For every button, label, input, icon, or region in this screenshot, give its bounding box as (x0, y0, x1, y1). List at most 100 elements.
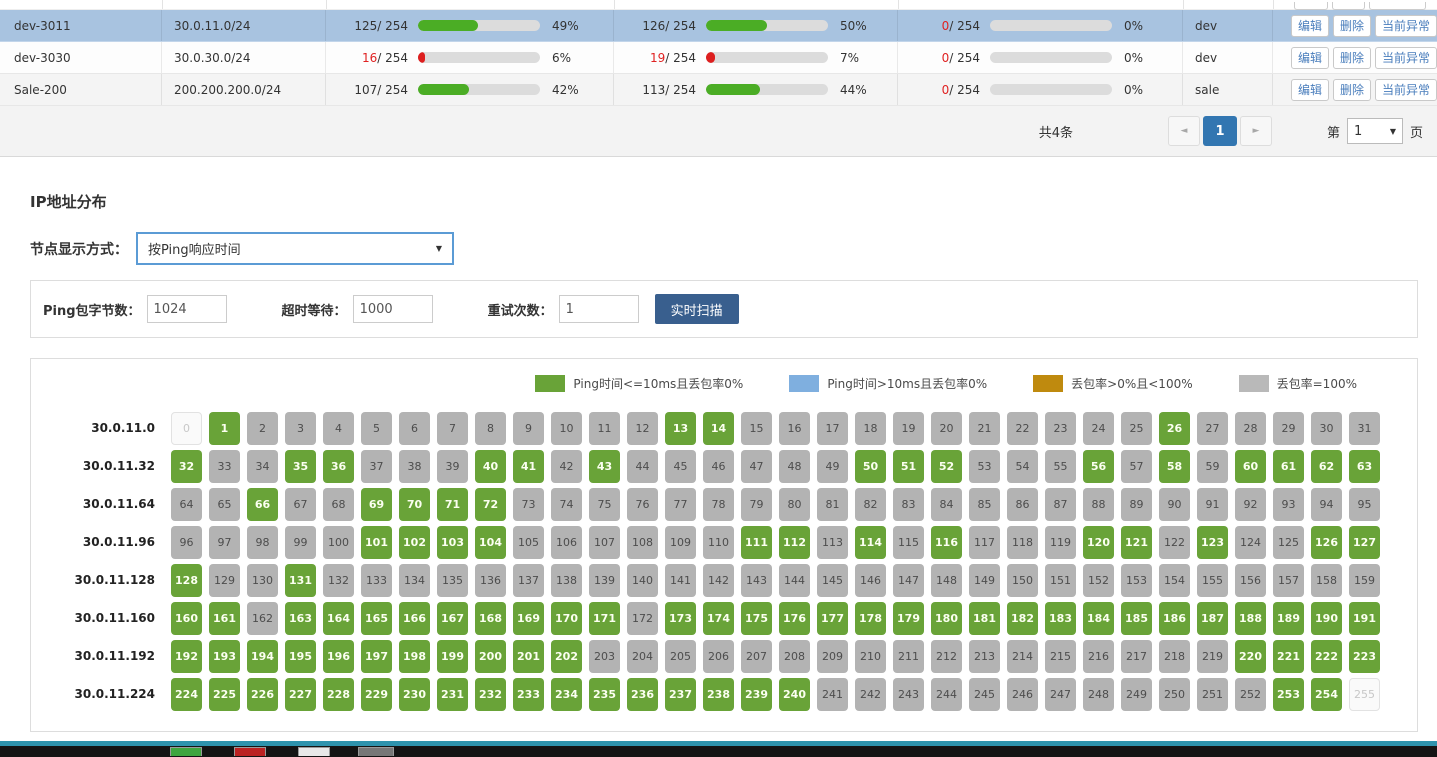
edit-button[interactable]: 编辑 (1291, 47, 1329, 69)
ip-cell[interactable]: 102 (399, 526, 430, 559)
ip-cell[interactable]: 253 (1273, 678, 1304, 711)
ip-cell[interactable]: 48 (779, 450, 810, 483)
table-row[interactable]: dev-301130.0.11.0/24125/ 25449%126/ 2545… (0, 10, 1437, 42)
edit-button[interactable]: 编辑 (1291, 79, 1329, 101)
ip-cell[interactable]: 89 (1121, 488, 1152, 521)
ip-cell[interactable]: 99 (285, 526, 316, 559)
ip-cell[interactable]: 85 (969, 488, 1000, 521)
ip-cell[interactable]: 62 (1311, 450, 1342, 483)
ip-cell[interactable]: 7 (437, 412, 468, 445)
red-app-icon[interactable] (234, 747, 266, 756)
ip-cell[interactable]: 64 (171, 488, 202, 521)
ip-cell[interactable]: 101 (361, 526, 392, 559)
ip-cell[interactable]: 92 (1235, 488, 1266, 521)
ip-cell[interactable]: 171 (589, 602, 620, 635)
ip-cell[interactable]: 55 (1045, 450, 1076, 483)
ip-cell[interactable]: 91 (1197, 488, 1228, 521)
ip-cell[interactable]: 15 (741, 412, 772, 445)
ip-cell[interactable]: 128 (171, 564, 202, 597)
ip-cell[interactable]: 67 (285, 488, 316, 521)
ip-cell[interactable]: 146 (855, 564, 886, 597)
ip-cell[interactable]: 116 (931, 526, 962, 559)
ip-cell[interactable]: 51 (893, 450, 924, 483)
ip-cell[interactable]: 201 (513, 640, 544, 673)
gray-app-icon[interactable] (358, 747, 394, 756)
ip-cell[interactable]: 210 (855, 640, 886, 673)
white-app-icon[interactable] (298, 747, 330, 756)
ip-cell[interactable]: 82 (855, 488, 886, 521)
ip-cell[interactable]: 60 (1235, 450, 1266, 483)
ip-cell[interactable]: 112 (779, 526, 810, 559)
ip-cell[interactable]: 207 (741, 640, 772, 673)
ip-cell[interactable]: 0 (171, 412, 202, 445)
ip-cell[interactable]: 232 (475, 678, 506, 711)
ip-cell[interactable]: 204 (627, 640, 658, 673)
ip-cell[interactable]: 202 (551, 640, 582, 673)
ip-cell[interactable]: 88 (1083, 488, 1114, 521)
ip-cell[interactable]: 127 (1349, 526, 1380, 559)
ip-cell[interactable]: 237 (665, 678, 696, 711)
ping-field-input[interactable] (147, 295, 227, 323)
ip-cell[interactable]: 250 (1159, 678, 1190, 711)
ip-cell[interactable]: 199 (437, 640, 468, 673)
ip-cell[interactable]: 233 (513, 678, 544, 711)
ip-cell[interactable]: 219 (1197, 640, 1228, 673)
ip-cell[interactable]: 138 (551, 564, 582, 597)
ip-cell[interactable]: 149 (969, 564, 1000, 597)
ip-cell[interactable]: 244 (931, 678, 962, 711)
ip-cell[interactable]: 122 (1159, 526, 1190, 559)
ip-cell[interactable]: 12 (627, 412, 658, 445)
ip-cell[interactable]: 148 (931, 564, 962, 597)
ip-cell[interactable]: 156 (1235, 564, 1266, 597)
ping-field-input[interactable] (559, 295, 639, 323)
ip-cell[interactable]: 33 (209, 450, 240, 483)
ip-cell[interactable]: 208 (779, 640, 810, 673)
ip-cell[interactable]: 160 (171, 602, 202, 635)
ip-cell[interactable]: 154 (1159, 564, 1190, 597)
ip-cell[interactable]: 114 (855, 526, 886, 559)
ip-cell[interactable]: 214 (1007, 640, 1038, 673)
cut-off-abnormal-button[interactable] (1369, 2, 1426, 10)
ip-cell[interactable]: 183 (1045, 602, 1076, 635)
ip-cell[interactable]: 19 (893, 412, 924, 445)
ip-cell[interactable]: 42 (551, 450, 582, 483)
ip-cell[interactable]: 168 (475, 602, 506, 635)
ip-cell[interactable]: 133 (361, 564, 392, 597)
ip-cell[interactable]: 162 (247, 602, 278, 635)
ip-cell[interactable]: 97 (209, 526, 240, 559)
ip-cell[interactable]: 176 (779, 602, 810, 635)
ip-cell[interactable]: 178 (855, 602, 886, 635)
ip-cell[interactable]: 3 (285, 412, 316, 445)
ip-cell[interactable]: 83 (893, 488, 924, 521)
ip-cell[interactable]: 209 (817, 640, 848, 673)
prev-page-button[interactable]: ◄ (1168, 116, 1200, 146)
ip-cell[interactable]: 39 (437, 450, 468, 483)
ip-cell[interactable]: 54 (1007, 450, 1038, 483)
ip-cell[interactable]: 248 (1083, 678, 1114, 711)
ip-cell[interactable]: 76 (627, 488, 658, 521)
ip-cell[interactable]: 254 (1311, 678, 1342, 711)
ip-cell[interactable]: 173 (665, 602, 696, 635)
ip-cell[interactable]: 227 (285, 678, 316, 711)
ip-cell[interactable]: 216 (1083, 640, 1114, 673)
ip-cell[interactable]: 26 (1159, 412, 1190, 445)
ip-cell[interactable]: 41 (513, 450, 544, 483)
ip-cell[interactable]: 136 (475, 564, 506, 597)
ip-cell[interactable]: 86 (1007, 488, 1038, 521)
ip-cell[interactable]: 108 (627, 526, 658, 559)
ip-cell[interactable]: 78 (703, 488, 734, 521)
cut-off-edit-button[interactable] (1294, 2, 1328, 10)
green-app-icon[interactable] (170, 747, 202, 756)
ip-cell[interactable]: 103 (437, 526, 468, 559)
ip-cell[interactable]: 191 (1349, 602, 1380, 635)
ip-cell[interactable]: 221 (1273, 640, 1304, 673)
ip-cell[interactable]: 141 (665, 564, 696, 597)
ip-cell[interactable]: 74 (551, 488, 582, 521)
ip-cell[interactable]: 164 (323, 602, 354, 635)
ip-cell[interactable]: 10 (551, 412, 582, 445)
ip-cell[interactable]: 80 (779, 488, 810, 521)
ip-cell[interactable]: 52 (931, 450, 962, 483)
ip-cell[interactable]: 167 (437, 602, 468, 635)
ip-cell[interactable]: 44 (627, 450, 658, 483)
ip-cell[interactable]: 5 (361, 412, 392, 445)
